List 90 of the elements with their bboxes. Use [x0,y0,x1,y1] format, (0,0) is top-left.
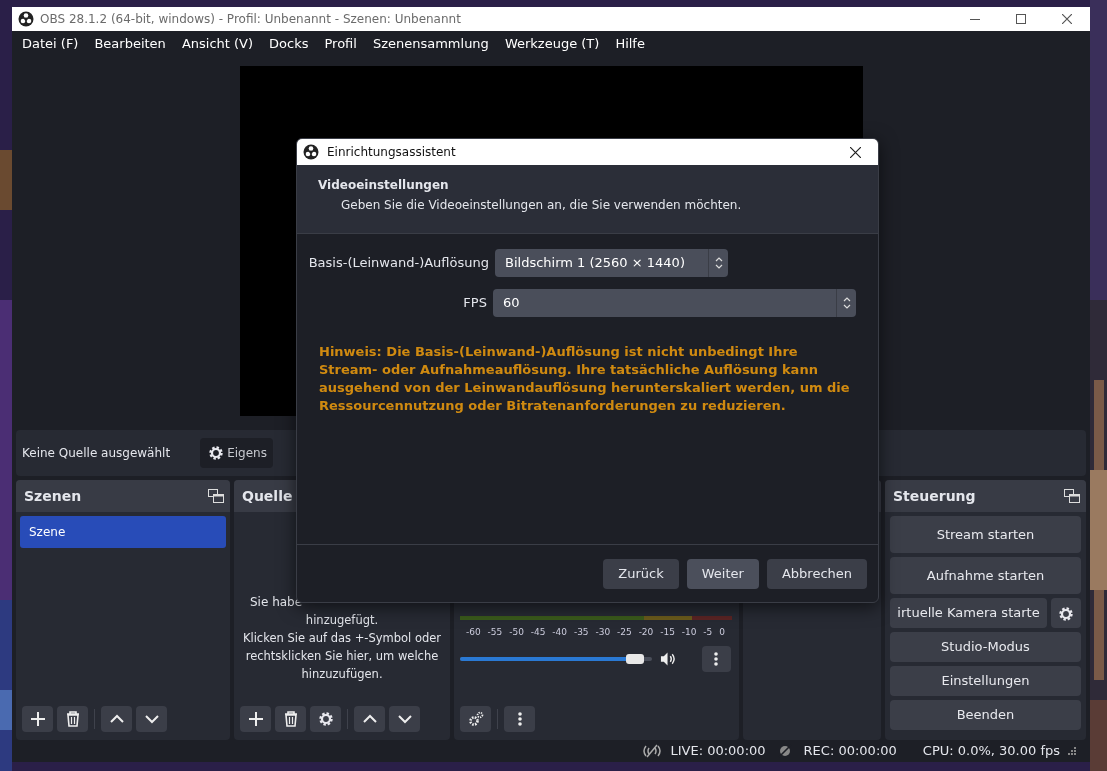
plus-icon [247,711,264,727]
undock-icon[interactable] [208,489,224,503]
close-icon [1062,14,1072,24]
stream-off-icon [642,743,663,759]
section-subheading: Geben Sie die Videoeinstellungen an, die Sie verwenden möchten. [340,197,743,214]
combo-field[interactable]: Bildschirm 1 (2560 × 1440) [495,249,728,277]
meter-tick-label: -35 [573,626,589,639]
move-up-button[interactable] [101,706,132,732]
meter-tick-label: -10 [681,626,697,639]
field-value: Bildschirm 1 (2560 × 1440) [504,254,686,273]
meter-tick-label: -15 [660,626,675,639]
empty-message: hinzugefügt. Klicken Sie auf das +-Symbol oder rechtsklicken Sie hier, um welche hinzuzufügen. [241,612,443,683]
add-button[interactable] [240,706,271,732]
plus-icon [29,711,46,727]
scene-item[interactable]: Szene [20,516,226,548]
meter-tick-label: -25 [617,626,632,639]
cpu-status: CPU: 0.0%, 30.00 fps [922,742,1060,761]
meter-tick-label: 0 [719,626,725,639]
field-label: Basis-(Leinwand-)Auflösung [307,254,489,273]
meter-tick-label: -60 [466,626,481,639]
menu-item[interactable]: Hilfe [607,34,653,54]
dock-title: Quelle [242,486,293,506]
dialog-button[interactable]: Zurück [603,558,679,589]
properties-button[interactable]: Eigens [200,438,273,468]
no-source-label: Keine Quelle ausgewählt [22,445,171,462]
live-status: LIVE: 00:00:00 [670,742,766,761]
meter-tick-label: -30 [595,626,611,639]
settings-button[interactable] [1051,598,1081,628]
move-down-button[interactable] [389,706,420,732]
spinner-arrows-icon [842,297,851,309]
meter-tick-label: -45 [530,626,546,639]
add-button[interactable] [22,706,53,732]
speaker-icon[interactable] [659,650,677,667]
field-value: 60 [501,294,521,313]
combo-field[interactable]: 60 [492,289,856,317]
control-button[interactable]: Stream starten [890,516,1081,553]
spinner-arrows-icon [714,257,723,269]
dock-title: Szenen [24,486,82,506]
dialog-title: Einrichtungsassistent [327,144,457,161]
slider-thumb[interactable] [626,653,645,664]
record-off-icon [777,744,792,758]
control-button[interactable]: irtuelle Kamera starte [890,598,1047,628]
meter-tick-label: -40 [552,626,567,639]
mixer-menu-button[interactable] [504,706,535,732]
control-button[interactable]: Aufnahme starten [890,557,1081,594]
trash-icon [64,711,81,727]
menu-item[interactable]: Docks [261,34,317,54]
section-heading: Videoeinstellungen [318,177,450,194]
trash-icon [282,711,299,727]
undock-icon[interactable] [1064,489,1080,503]
settings-icon [317,711,334,727]
field-label: FPS [462,294,487,313]
volume-slider[interactable] [460,652,652,665]
control-button[interactable]: Beenden [890,700,1081,730]
menu-item[interactable]: Bearbeiten [86,34,174,54]
remove-button[interactable] [57,706,88,732]
move-up-button[interactable] [354,706,385,732]
meter-tick-label: -5 [703,626,713,639]
menu-item[interactable]: Ansicht (V) [173,34,262,54]
properties-button[interactable] [310,706,341,732]
dock-title: Steuerung [893,486,976,506]
control-button[interactable]: Studio-Modus [890,632,1081,662]
meter-tick-label: -50 [509,626,524,639]
dialog-button[interactable]: Abbrechen [766,558,867,589]
close-icon [849,146,861,158]
settings-icon [208,445,225,461]
obs-logo-icon [303,144,319,160]
menu-item[interactable]: Werkzeuge (T) [496,34,608,54]
gears-icon [467,711,484,727]
obs-logo-icon [18,11,34,27]
move-down-button[interactable] [136,706,167,732]
maximize-icon [1016,14,1026,24]
menu-item[interactable]: Profil [316,34,365,54]
more-icon [517,712,522,726]
rec-status: REC: 00:00:00 [803,742,897,761]
resize-grip-icon[interactable] [1068,747,1076,755]
window-title: OBS 28.1.2 (64-bit, windows) - Profil: Unbenannt - Szenen: Unbenannt [40,11,462,28]
menu-item[interactable]: Szenensammlung [364,34,497,54]
menu-item[interactable]: Datei (F) [14,34,87,54]
hint-text: Hinweis: Die Basis-(Leinwand-)Auflösung ist nicht unbedingt Ihre Stream- oder Aufnahmeauflösung. Ihre tatsächliche Auflösung kann ausgehend von der Leinwandauflösung herunterskaliert werden, um die Ressourcennutzung oder Bitratenanforderungen zu reduzieren. [318,343,851,415]
more-button[interactable] [701,645,731,672]
remove-button[interactable] [275,706,306,732]
more-icon [714,651,719,666]
mixer-settings-button[interactable] [460,706,491,732]
settings-icon [1058,605,1074,622]
meter-tick-label: -20 [638,626,654,639]
meter-tick-label: -55 [487,626,503,639]
empty-message: Sie habe [250,594,303,611]
dialog-button[interactable]: Weiter [686,558,759,589]
control-button[interactable]: Einstellungen [890,666,1081,696]
